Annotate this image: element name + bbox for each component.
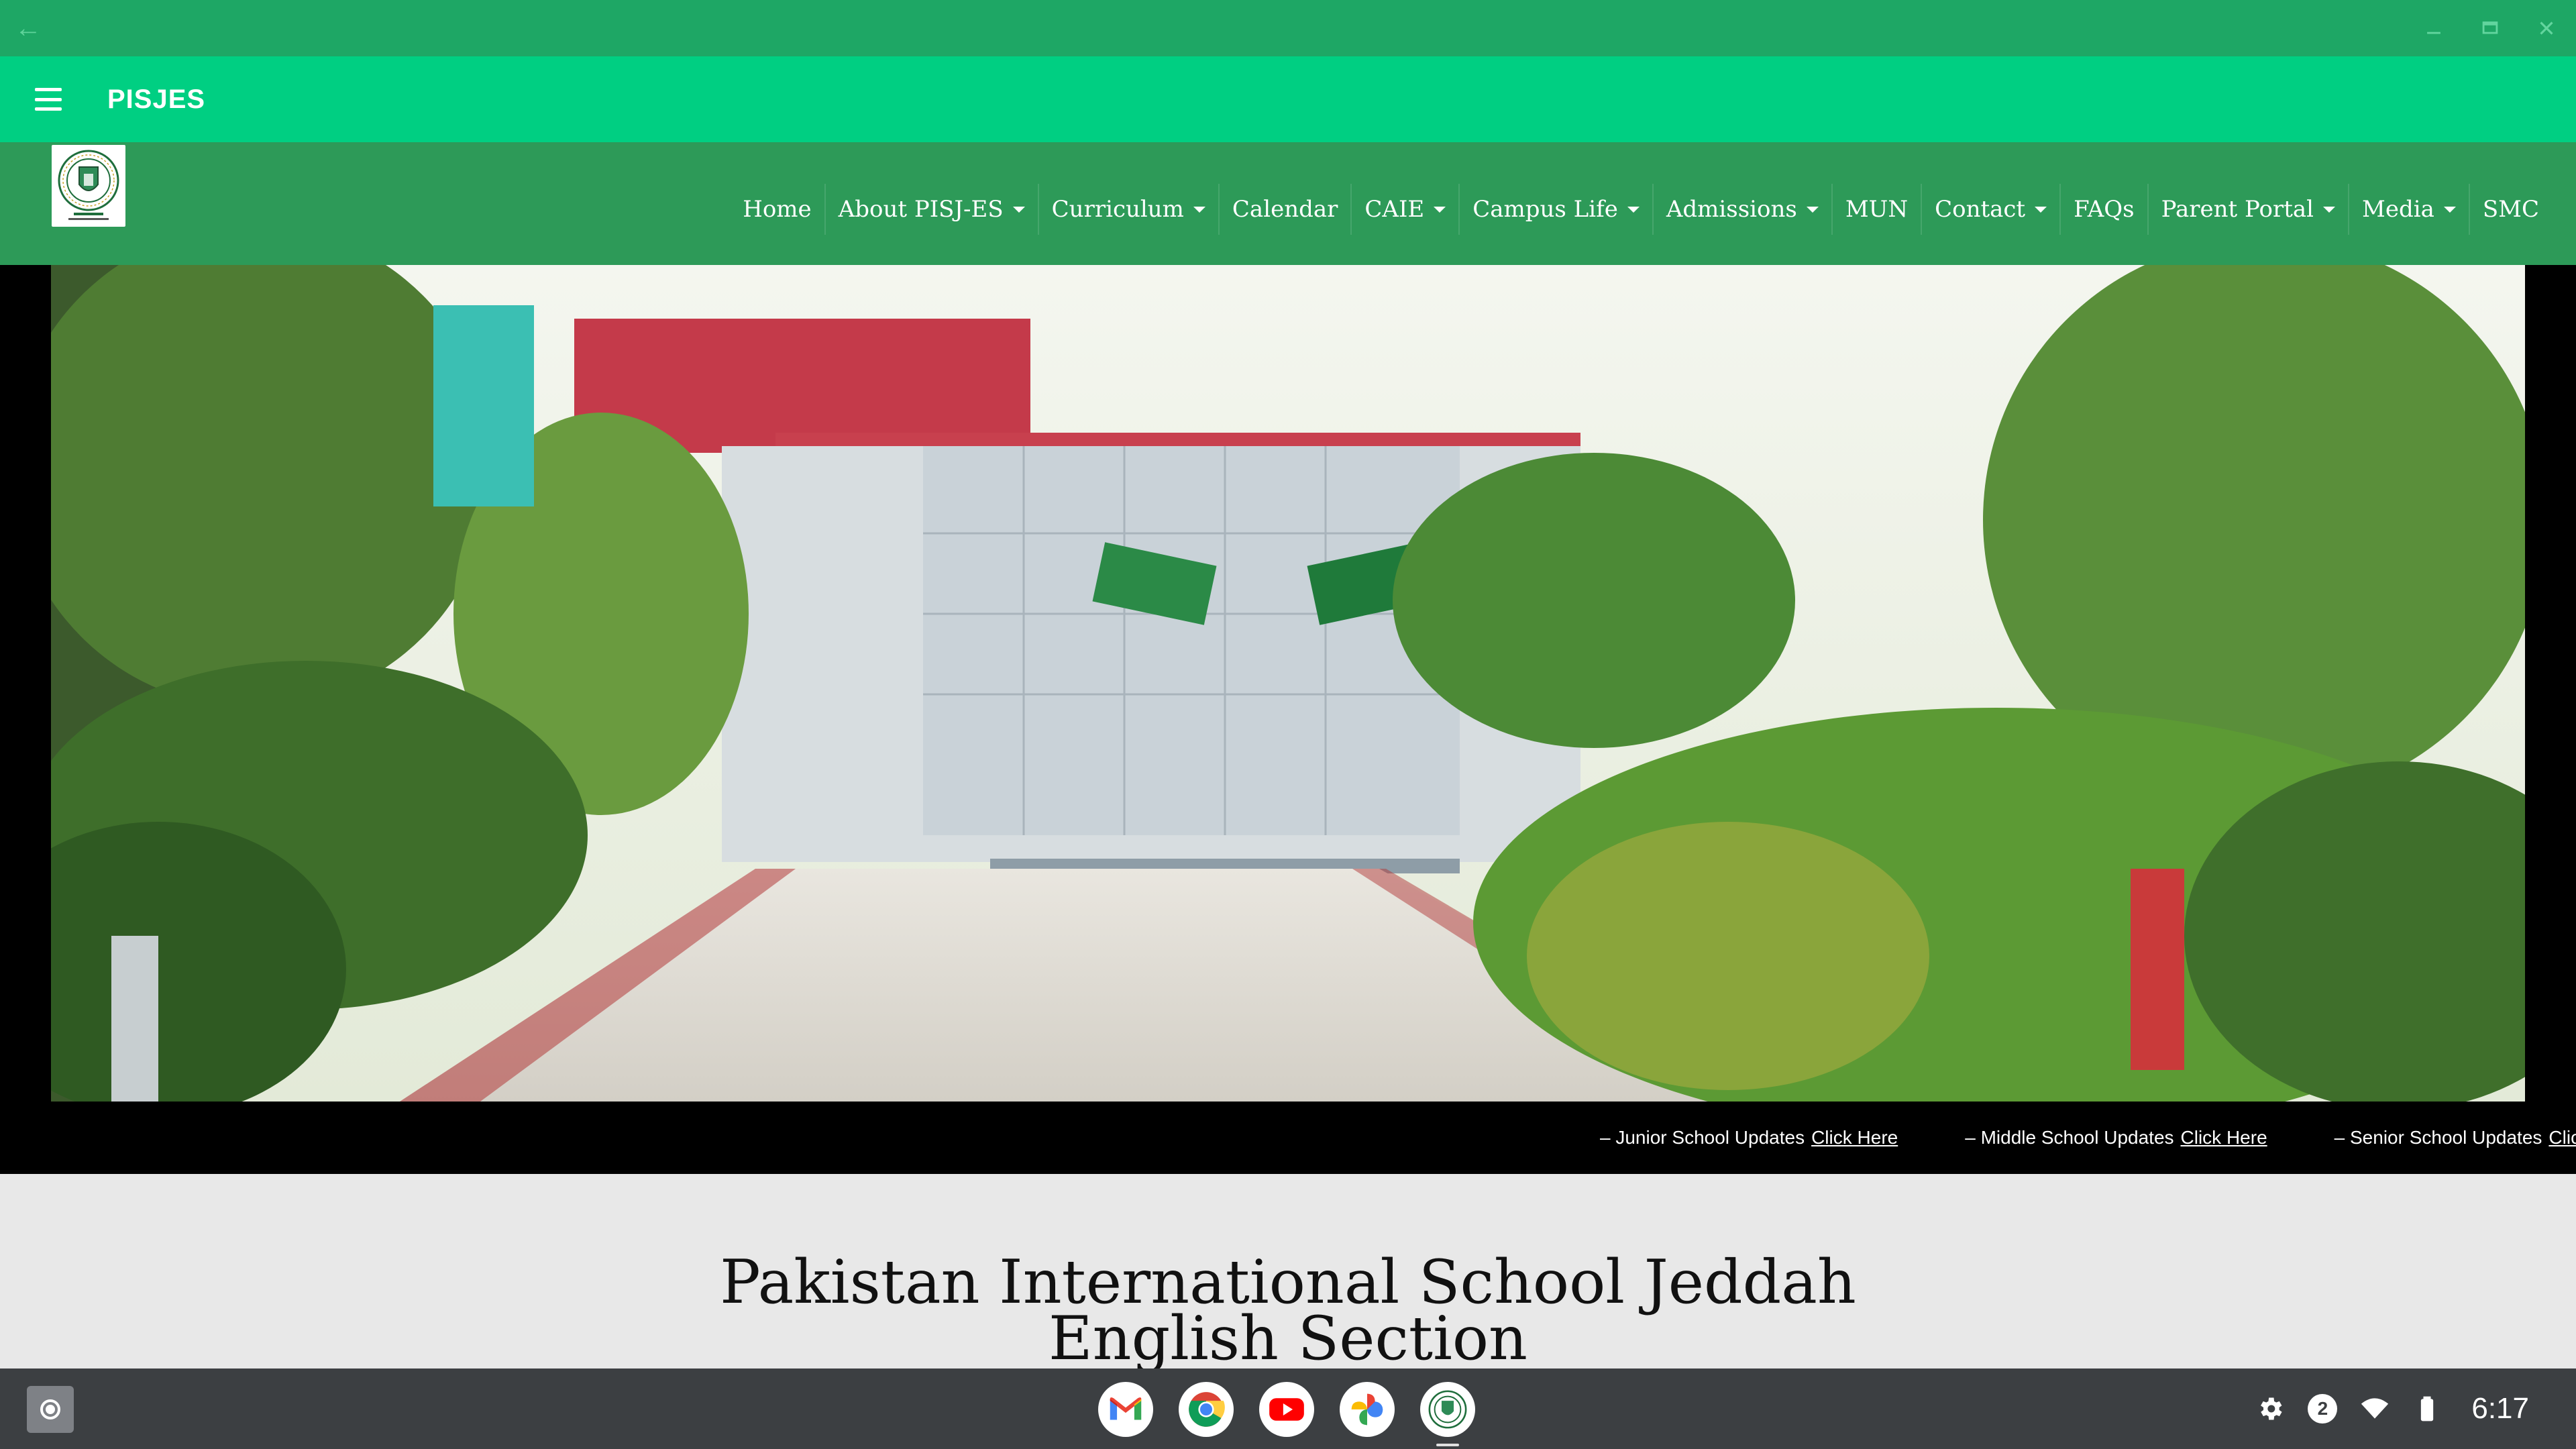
nav-item-faqs[interactable]: FAQs: [2059, 184, 2147, 235]
ticker-item-junior: – Junior School Updates Click Here: [1600, 1127, 1898, 1148]
hero-section: – Junior School Updates Click Here – Mid…: [0, 265, 2576, 1174]
photos-icon[interactable]: [1340, 1382, 1395, 1437]
close-icon[interactable]: [2532, 13, 2561, 43]
nav-item-mun[interactable]: MUN: [1831, 184, 1921, 235]
chevron-down-icon: [1193, 206, 1205, 213]
nav-item-home[interactable]: Home: [730, 184, 824, 235]
system-tray[interactable]: 2 6:17: [2255, 1389, 2529, 1429]
pinned-apps: [1098, 1382, 1475, 1446]
gmail-icon[interactable]: [1098, 1382, 1153, 1437]
chevron-down-icon: [2035, 206, 2047, 213]
page-heading: Pakistan International School Jeddah Eng…: [0, 1247, 2576, 1369]
chevron-down-icon: [1012, 206, 1025, 213]
nav-item-about[interactable]: About PISJ-ES: [824, 184, 1038, 235]
app-bar: PISJES: [0, 56, 2576, 142]
heading-line-2: English Section: [1048, 1303, 1528, 1369]
back-arrow-icon[interactable]: ←: [15, 15, 42, 42]
main-content: Pakistan International School Jeddah Eng…: [0, 1174, 2576, 1368]
nav-item-contact[interactable]: Contact: [1921, 184, 2059, 235]
chevron-down-icon: [2443, 206, 2456, 213]
chevron-down-icon: [1806, 206, 1819, 213]
ticker-item-senior: – Senior School Updates Click Here: [2334, 1127, 2576, 1148]
nav-item-calendar[interactable]: Calendar: [1218, 184, 1350, 235]
nav-item-parent-portal[interactable]: Parent Portal: [2147, 184, 2348, 235]
nav-item-admissions[interactable]: Admissions: [1652, 184, 1831, 235]
chevron-down-icon: [1434, 206, 1446, 213]
notification-count-badge: 2: [2308, 1394, 2338, 1424]
hamburger-menu-icon[interactable]: [34, 85, 63, 114]
maximize-icon[interactable]: [2475, 13, 2505, 43]
junior-updates-link[interactable]: Click Here: [1811, 1127, 1898, 1148]
nav-menu: Home About PISJ-ES Curriculum Calendar C…: [730, 184, 2552, 235]
launcher-button[interactable]: [27, 1386, 74, 1433]
app-title: PISJES: [107, 85, 206, 114]
wifi-icon: [2361, 1398, 2389, 1419]
chrome-icon[interactable]: [1179, 1382, 1234, 1437]
school-logo[interactable]: [52, 145, 125, 227]
nav-item-caie[interactable]: CAIE: [1350, 184, 1458, 235]
updates-ticker: – Junior School Updates Click Here – Mid…: [0, 1102, 2576, 1174]
window-controls: [2419, 11, 2561, 46]
nav-item-campus-life[interactable]: Campus Life: [1458, 184, 1652, 235]
system-shelf: 2 6:17: [0, 1368, 2576, 1449]
youtube-icon[interactable]: [1259, 1382, 1314, 1437]
minimize-icon[interactable]: [2419, 13, 2449, 43]
nav-item-media[interactable]: Media: [2348, 184, 2469, 235]
battery-icon: [2421, 1396, 2434, 1421]
nav-item-smc[interactable]: SMC: [2468, 184, 2552, 235]
clock: 6:17: [2471, 1392, 2529, 1425]
ticker-item-middle: – Middle School Updates Click Here: [1965, 1127, 2267, 1148]
nav-item-curriculum[interactable]: Curriculum: [1037, 184, 1218, 235]
pisjes-app-icon[interactable]: [1420, 1382, 1475, 1446]
chevron-down-icon: [1627, 206, 1640, 213]
campus-video[interactable]: [51, 265, 2525, 1102]
window-title-bar: ←: [0, 0, 2576, 56]
senior-updates-link[interactable]: Click Here: [2548, 1127, 2576, 1148]
middle-updates-link[interactable]: Click Here: [2181, 1127, 2267, 1148]
settings-gear-icon: [2261, 1397, 2282, 1420]
site-navigation: Home About PISJ-ES Curriculum Calendar C…: [0, 142, 2576, 265]
chevron-down-icon: [2323, 206, 2336, 213]
heading-line-1: Pakistan International School Jeddah: [720, 1247, 1856, 1318]
